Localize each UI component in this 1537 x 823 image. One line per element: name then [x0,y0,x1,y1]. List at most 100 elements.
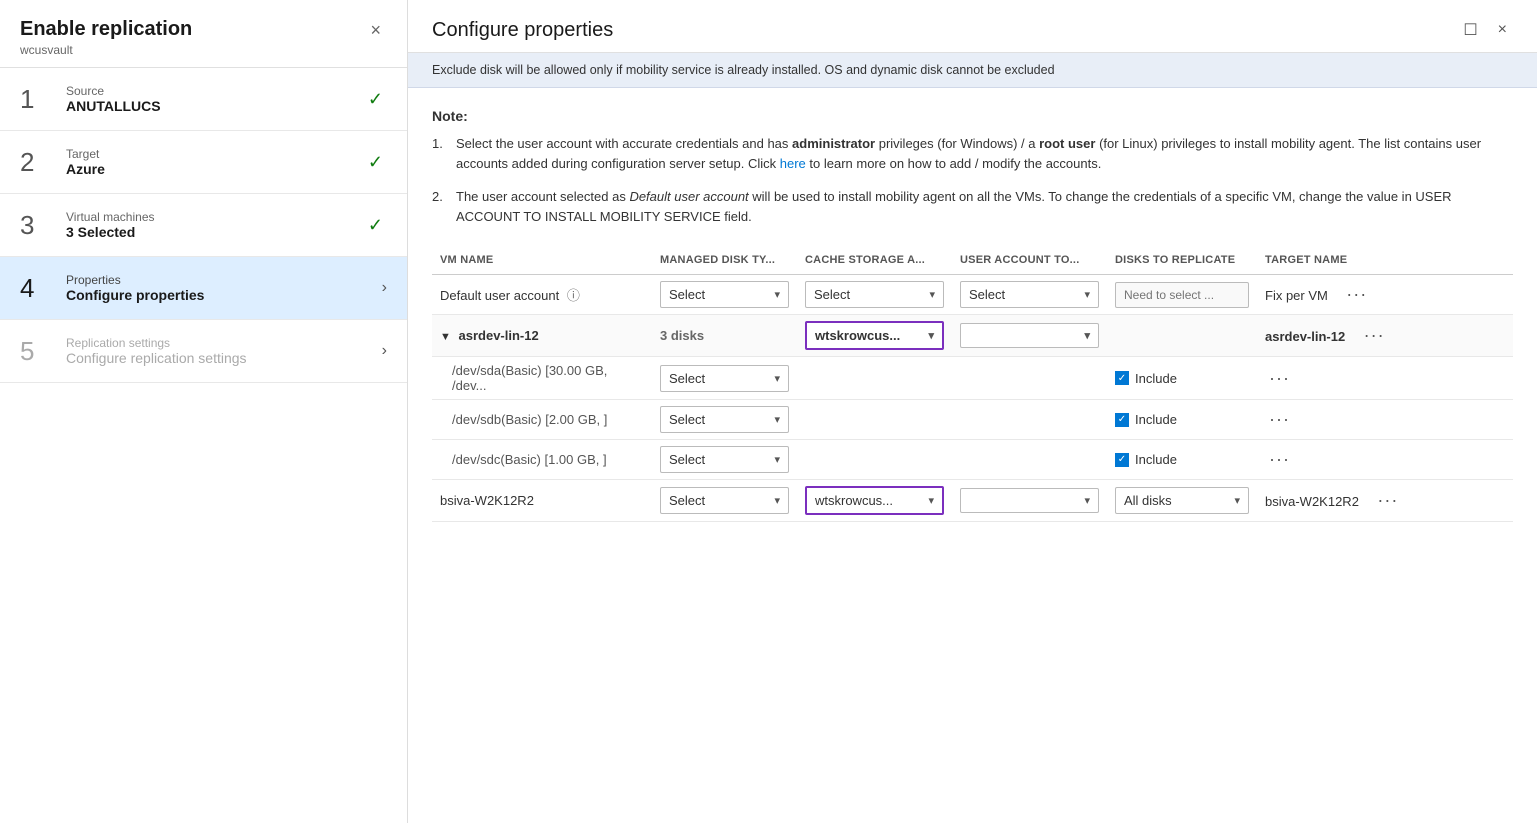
right-close-button[interactable]: × [1492,18,1513,42]
sdb-include-label: Include [1135,412,1177,427]
step-5-arrow-icon: › [382,342,387,360]
content-area: Note: 1. Select the user account with ac… [408,88,1537,823]
sda-managed-disk-value: Select [669,371,705,386]
sda-checkbox[interactable]: ✓ [1115,371,1129,385]
sdc-more-button[interactable]: ··· [1265,447,1294,472]
sdb-checkbox[interactable]: ✓ [1115,413,1129,427]
default-managed-disk-cell: Select ▾ [652,275,797,315]
panel-title: Enable replication [20,18,192,41]
bsiva-managed-disk-cell: Select ▾ [652,480,797,522]
col-header-vmname: VM NAME [432,246,652,275]
default-cache-storage-value: Select [814,287,850,302]
note-list: 1. Select the user account with accurate… [432,134,1513,226]
left-close-button[interactable]: × [364,18,387,43]
sdb-managed-disk-cell: Select ▾ [652,400,797,440]
step-1-check-icon: ✓ [368,89,383,110]
bsiva-managed-disk-dropdown[interactable]: Select ▾ [660,487,789,514]
bsiva-cache-storage-dropdown[interactable]: wtskrowcus... ▾ [805,486,944,515]
sdc-managed-disk-cell: Select ▾ [652,440,797,480]
sda-user-cell [952,357,1107,400]
sdc-managed-disk-dropdown[interactable]: Select ▾ [660,446,789,473]
sda-managed-disk-cell: Select ▾ [652,357,797,400]
note-item-1: 1. Select the user account with accurate… [432,134,1513,173]
asrdev-cache-storage-dropdown[interactable]: wtskrowcus... ▾ [805,321,944,350]
right-header: Configure properties ☐ × [408,0,1537,53]
sdb-cache-cell [797,400,952,440]
chevron-down-icon: ▾ [774,413,780,426]
default-cache-storage-dropdown[interactable]: Select ▾ [805,281,944,308]
step-4-label: Properties [66,273,374,287]
left-header-text: Enable replication wcusvault [20,18,192,57]
col-header-user-account: USER ACCOUNT TO... [952,246,1107,275]
step-5-label: Replication settings [66,336,374,350]
step-3-value: 3 Selected [66,224,368,240]
sda-include-cell: ✓ Include [1107,357,1257,400]
right-panel: Configure properties ☐ × Exclude disk wi… [408,0,1537,823]
note-2-number: 2. [432,187,456,226]
table-row: /dev/sda(Basic) [30.00 GB, /dev... Selec… [432,357,1513,400]
step-2: 2 Target Azure ✓ [0,131,407,194]
chevron-down-icon: ▾ [1084,288,1090,301]
step-1: 1 Source ANUTALLUCS ✓ [0,68,407,131]
note-title: Note: [432,108,1513,124]
sdc-user-cell [952,440,1107,480]
sdc-name-cell: /dev/sdc(Basic) [1.00 GB, ] [432,440,652,480]
asrdev-cache-storage-cell: wtskrowcus... ▾ [797,315,952,357]
sdb-more-button[interactable]: ··· [1265,407,1294,432]
default-account-label: Default user account [440,288,559,303]
sdc-checkbox[interactable]: ✓ [1115,453,1129,467]
asrdev-disks-count: 3 disks [660,328,704,343]
sda-target-cell: ··· [1257,357,1513,400]
asrdev-user-account-dropdown[interactable]: ▾ [960,323,1099,348]
default-account-cell: Default user account ⓘ [432,275,652,315]
table-row: /dev/sdb(Basic) [2.00 GB, ] Select ▾ ✓ I… [432,400,1513,440]
bsiva-user-account-dropdown[interactable]: ▾ [960,488,1099,513]
step-2-check-icon: ✓ [368,152,383,173]
col-header-target-name: TARGET NAME [1257,246,1513,275]
sdb-name-cell: /dev/sdb(Basic) [2.00 GB, ] [432,400,652,440]
step-3-label: Virtual machines [66,210,368,224]
sda-more-button[interactable]: ··· [1265,366,1294,391]
default-user-account-value: Select [969,287,1005,302]
table-row: Default user account ⓘ Select ▾ Select ▾ [432,275,1513,315]
sdb-include-cell: ✓ Include [1107,400,1257,440]
sda-managed-disk-dropdown[interactable]: Select ▾ [660,365,789,392]
step-4-value: Configure properties [66,287,374,303]
bsiva-disks-replicate-dropdown[interactable]: All disks ▾ [1115,487,1249,514]
step-4-number: 4 [20,275,56,301]
default-user-account-dropdown[interactable]: Select ▾ [960,281,1099,308]
expand-arrow-icon[interactable]: ▼ [440,331,451,343]
step-3-check-icon: ✓ [368,215,383,236]
sdb-managed-disk-dropdown[interactable]: Select ▾ [660,406,789,433]
step-4-arrow-icon: › [382,279,387,297]
need-select-input[interactable] [1115,282,1249,308]
config-table: VM NAME MANAGED DISK TY... CACHE STORAGE… [432,246,1513,522]
panel-subtitle: wcusvault [20,43,192,57]
default-managed-disk-dropdown[interactable]: Select ▾ [660,281,789,308]
default-user-account-cell: Select ▾ [952,275,1107,315]
asrdev-user-account-cell: ▾ [952,315,1107,357]
asrdev-vmname-label: asrdev-lin-12 [459,328,539,343]
step-4[interactable]: 4 Properties Configure properties › [0,257,407,320]
sda-include-check: ✓ Include [1115,371,1249,386]
bsiva-more-button[interactable]: ··· [1373,488,1402,513]
here-link[interactable]: here [780,156,806,171]
note-item-2: 2. The user account selected as Default … [432,187,1513,226]
asrdev-disks-replicate-cell [1107,315,1257,357]
table-row: ▼ asrdev-lin-12 3 disks wtskrowcus... ▾ [432,315,1513,357]
sdc-include-check: ✓ Include [1115,452,1249,467]
bsiva-target-name-label: bsiva-W2K12R2 [1265,494,1359,509]
asrdev-more-button[interactable]: ··· [1360,323,1389,348]
bsiva-cache-storage-cell: wtskrowcus... ▾ [797,480,952,522]
table-body: Default user account ⓘ Select ▾ Select ▾ [432,275,1513,522]
step-2-value: Azure [66,161,368,177]
col-header-managed-disk: MANAGED DISK TY... [652,246,797,275]
sdb-include-check: ✓ Include [1115,412,1249,427]
table-row: /dev/sdc(Basic) [1.00 GB, ] Select ▾ ✓ I… [432,440,1513,480]
default-more-button[interactable]: ··· [1342,282,1371,307]
bsiva-disks-replicate-cell: All disks ▾ [1107,480,1257,522]
minimize-button[interactable]: ☐ [1457,18,1483,42]
chevron-down-icon: ▾ [774,372,780,385]
note-2-text: The user account selected as Default use… [456,187,1513,226]
asrdev-vmname-cell: ▼ asrdev-lin-12 [432,315,652,357]
